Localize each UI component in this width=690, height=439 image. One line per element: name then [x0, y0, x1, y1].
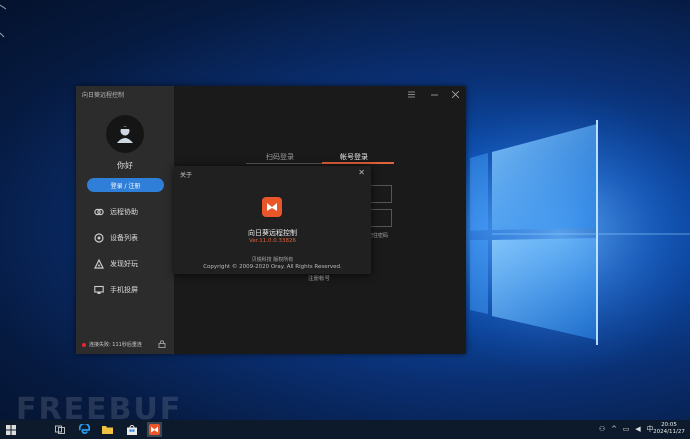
discover-icon — [94, 259, 104, 269]
password-field[interactable] — [370, 209, 392, 227]
edge-browser-icon[interactable] — [77, 422, 92, 437]
tab-account-login[interactable]: 帐号登录 — [340, 152, 368, 162]
tab-qr-login[interactable]: 扫码登录 — [266, 152, 294, 162]
avatar[interactable] — [106, 115, 144, 153]
about-app-name: 向日葵远程控制 — [248, 229, 297, 237]
about-close-icon[interactable]: ✕ — [358, 168, 365, 177]
minimize-icon[interactable] — [429, 89, 439, 99]
start-icon[interactable] — [3, 422, 18, 437]
window-title: 向日葵远程控制 — [82, 92, 125, 99]
network-icon[interactable]: ▭ — [622, 424, 630, 433]
clock-time: 20:05 — [661, 422, 677, 428]
remember-password-checkbox[interactable]: 记住密码 — [368, 232, 388, 239]
close-icon[interactable] — [450, 89, 460, 99]
account-field[interactable] — [370, 185, 392, 203]
connection-status: 连接失败: 111秒后重连 — [82, 341, 142, 348]
file-explorer-icon[interactable] — [100, 422, 115, 437]
about-copyright: Copyright © 2009-2020 Oray. All Rights R… — [203, 264, 342, 270]
menu-icon[interactable] — [406, 89, 416, 99]
store-icon[interactable] — [124, 422, 139, 437]
sunlogin-taskbar-icon[interactable] — [147, 422, 162, 437]
nav-label: 手机投屏 — [110, 286, 138, 294]
register-account-link[interactable]: 注册帐号 — [308, 274, 330, 282]
taskbar: ⚇ ^ ▭ ◀ 中 20:05 2024/11/27 — [0, 420, 690, 439]
nav-item-device-list[interactable]: 设备列表 — [94, 231, 138, 245]
nav-item-phone-cast[interactable]: 手机投屏 — [94, 283, 138, 297]
active-tab-indicator — [322, 162, 394, 164]
nav-label: 发现好玩 — [110, 260, 138, 268]
login-register-button[interactable]: 登录 / 注册 — [87, 178, 164, 192]
user-icon — [117, 126, 133, 143]
about-dialog: 关于 ✕ 向日葵远程控制 Ver.11.0.0.33826 贝锐科技 版权所有 … — [174, 166, 371, 274]
system-tray: ⚇ ^ ▭ ◀ 中 — [598, 424, 654, 433]
user-tray-icon[interactable]: ⚇ — [598, 424, 606, 433]
sidebar: 向日葵远程控制 你好 登录 / 注册 远程协助 设备列表 发现好玩 手机投屏 连… — [76, 86, 174, 354]
nav-label: 远程协助 — [110, 208, 138, 216]
status-text: 连接失败: 111秒后重连 — [89, 342, 142, 348]
about-version: Ver.11.0.0.33826 — [249, 238, 296, 244]
remote-assist-icon — [94, 207, 104, 217]
sunlogin-logo-icon — [262, 197, 282, 217]
volume-icon[interactable]: ◀ — [634, 424, 642, 433]
greeting-text: 你好 — [117, 161, 133, 170]
about-company: 贝锐科技 版权所有 — [251, 257, 294, 263]
task-view-icon[interactable] — [52, 422, 67, 437]
device-list-icon — [94, 233, 104, 243]
nav-item-discover[interactable]: 发现好玩 — [94, 257, 138, 271]
status-dot — [82, 342, 86, 347]
clock-date: 2024/11/27 — [653, 429, 685, 435]
chevron-up-icon[interactable]: ^ — [610, 424, 618, 433]
phone-cast-icon — [94, 285, 104, 295]
taskbar-clock[interactable]: 20:05 2024/11/27 — [651, 422, 687, 436]
nav-item-remote-assist[interactable]: 远程协助 — [94, 205, 138, 219]
lock-icon[interactable] — [158, 340, 166, 350]
about-dialog-title: 关于 — [180, 172, 193, 179]
nav-label: 设备列表 — [110, 234, 138, 242]
